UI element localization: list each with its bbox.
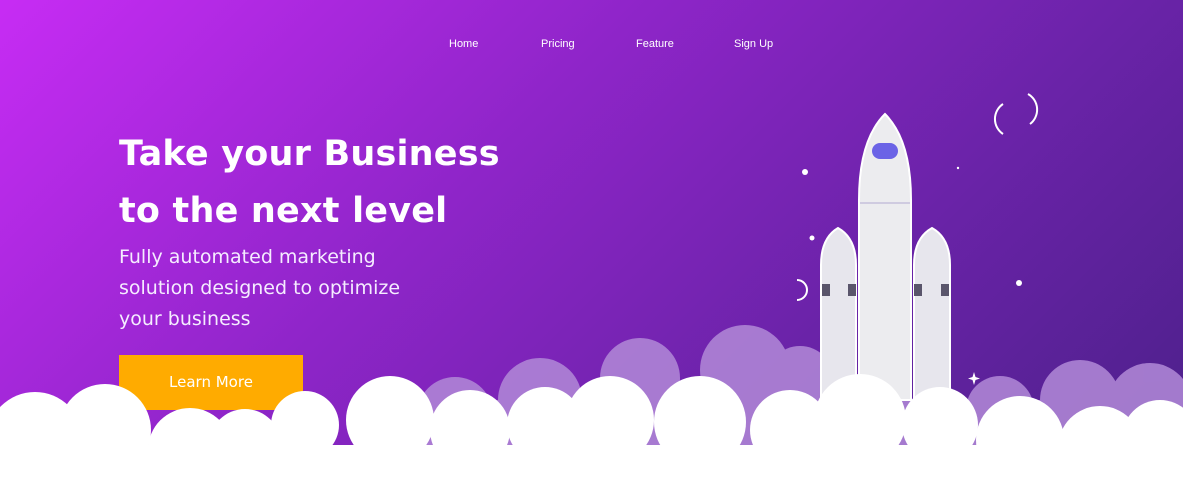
star-decoration <box>1016 280 1022 286</box>
star-decoration <box>956 166 960 170</box>
left-booster <box>820 226 857 401</box>
back-clouds <box>417 325 1183 460</box>
right-booster <box>913 226 951 401</box>
crescent-decoration <box>994 103 1004 135</box>
learn-more-button[interactable]: Learn More <box>119 355 303 410</box>
crescent-decoration <box>796 279 808 301</box>
star-decoration <box>802 169 808 175</box>
rocket-illustration <box>417 93 1183 460</box>
crescent-decoration <box>1027 93 1039 125</box>
star-decoration <box>968 372 980 385</box>
rocket-window <box>872 143 898 159</box>
rocket-body <box>858 112 912 401</box>
star-decoration <box>809 235 815 241</box>
hero-section: Home Pricing Feature Sign Up Take your B… <box>0 0 1183 502</box>
